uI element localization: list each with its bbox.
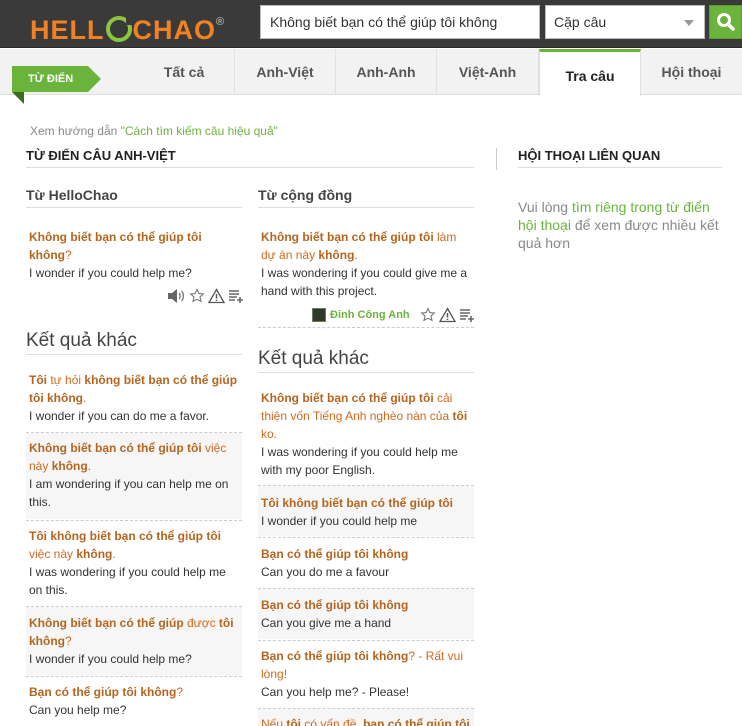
section-title-dictionary: TỪ ĐIỂN CÂU ANH-VIỆT: [26, 148, 176, 163]
hellochao-logo[interactable]: HELL CHAO®: [30, 6, 225, 45]
dictionary-badge: TỪ ĐIỂN: [12, 66, 102, 104]
tab-anh-anh[interactable]: Anh-Anh: [336, 49, 437, 95]
star-icon[interactable]: [420, 307, 436, 323]
dictionary-tabs: TỪ ĐIỂN Tất cả Anh-Việt Anh-Anh Việt-Anh…: [0, 49, 742, 104]
search-guide-link[interactable]: "Cách tìm kiếm câu hiệu quả": [121, 124, 278, 138]
other-results-title-left: Kết quả khác: [26, 330, 137, 351]
hellochao-entry-actions: [166, 288, 244, 304]
community-entry[interactable]: Không biết bạn có thể giúp tôi làm dự án…: [261, 228, 471, 300]
col-title-community: Từ cộng đồng: [258, 187, 353, 203]
community-author[interactable]: Đinh Công Anh: [312, 308, 410, 322]
warning-icon[interactable]: [439, 307, 456, 323]
logo-ring-icon: [105, 16, 134, 42]
result-item[interactable]: Bạn có thể giúp tôi không Can you do me …: [258, 545, 474, 581]
result-item[interactable]: Bạn có thể giúp tôi không? Can you help …: [26, 683, 242, 719]
hellochao-entry[interactable]: Không biết bạn có thể giúp tôi không? I …: [29, 228, 235, 282]
result-item[interactable]: Tôi không biết bạn có thể giúp tôi I won…: [258, 486, 474, 536]
result-item[interactable]: Bạn có thể giúp tôi không Can you give m…: [258, 589, 474, 639]
entry-vietnamese: Không biết bạn có thể giúp tôi không?: [29, 230, 202, 262]
column-divider: [496, 148, 497, 170]
col-title-hellochao: Từ HelloChao: [26, 187, 118, 203]
result-item[interactable]: Tôi tự hỏi không biết bạn có thể giúp tô…: [26, 371, 242, 425]
add-list-icon[interactable]: [228, 288, 244, 304]
star-icon[interactable]: [189, 288, 205, 304]
result-item[interactable]: Không biết bạn có thể giúp được tôi khôn…: [26, 607, 242, 675]
result-item[interactable]: Không biết bạn có thể giúp tôi cải thiện…: [258, 389, 474, 479]
entry-vietnamese: Không biết bạn có thể giúp tôi làm dự án…: [261, 230, 457, 262]
result-item[interactable]: Nếu tôi có vấn đề, bạn có thể giúp tôi: [258, 709, 474, 726]
tab-all[interactable]: Tất cả: [134, 49, 235, 95]
search-type-select[interactable]: Cặp câu: [545, 5, 705, 39]
result-item[interactable]: Không biết bạn có thể giúp tôi việc này …: [26, 433, 242, 519]
speaker-icon[interactable]: [166, 288, 186, 304]
search-button[interactable]: [709, 5, 742, 39]
community-entry-actions: [420, 307, 475, 323]
search-icon: [717, 13, 735, 31]
result-item[interactable]: Bạn có thể giúp tôi không? - Rất vui lòn…: [258, 647, 474, 701]
chevron-down-icon: [684, 20, 694, 26]
conversation-note: Vui lòng tìm riêng trong từ điển hội tho…: [518, 199, 719, 251]
search-input[interactable]: Không biết bạn có thể giúp tôi không: [260, 5, 540, 39]
top-header: HELL CHAO® Không biết bạn có thể giúp tôi…: [0, 0, 742, 48]
tab-anh-viet[interactable]: Anh-Việt: [235, 49, 336, 95]
entry-english: I wonder if you could help me?: [29, 266, 192, 280]
result-item[interactable]: Tôi không biết bạn có thể giúp tôi việc …: [26, 527, 242, 599]
tab-tra-cau[interactable]: Tra câu: [539, 49, 641, 96]
other-results-title-right: Kết quả khác: [258, 348, 369, 369]
tab-hoi-thoai[interactable]: Hội thoại: [641, 49, 742, 95]
warning-icon[interactable]: [208, 288, 225, 304]
search-guide-hint: Xem hướng dẫn "Cách tìm kiếm câu hiệu qu…: [30, 124, 278, 138]
avatar: [312, 308, 326, 322]
add-list-icon[interactable]: [459, 307, 475, 323]
entry-english: I was wondering if you could give me a h…: [261, 266, 468, 298]
tab-viet-anh[interactable]: Việt-Anh: [437, 49, 539, 95]
section-title-conversation: HỘI THOẠI LIÊN QUAN: [518, 148, 661, 163]
